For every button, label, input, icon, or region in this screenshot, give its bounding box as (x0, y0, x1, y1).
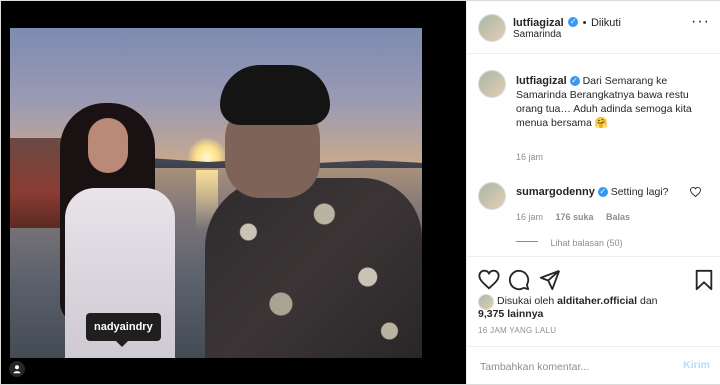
caption-author[interactable]: lutfiagizal (516, 75, 567, 87)
caption: lutfiagizal ✓ Dari Semarang ke Samarinda… (516, 74, 711, 130)
verified-icon: ✓ (568, 16, 579, 27)
comment-icon[interactable] (508, 269, 530, 291)
caption-time: 16 jam (516, 152, 544, 162)
verified-icon: ✓ (597, 187, 608, 198)
location-link[interactable]: Samarinda (513, 29, 561, 40)
more-icon[interactable]: ··· (691, 14, 710, 30)
comments-list: lutfiagizal ✓ Dari Semarang ke Samarinda… (467, 54, 720, 256)
follow-separator: • (582, 17, 587, 29)
avatar[interactable] (478, 14, 506, 42)
send-button[interactable]: Kirim (683, 359, 710, 371)
photo-user-tag[interactable]: nadyaindry (86, 313, 161, 347)
likes-prefix: Disukai oleh (497, 295, 555, 307)
comment-text: Setting lagi? (610, 186, 669, 198)
author-username[interactable]: lutfiagizal (513, 17, 564, 29)
comment: sumargodenny ✓ Setting lagi? (516, 186, 669, 198)
post-timestamp[interactable]: 16 JAM YANG LALU (478, 326, 556, 335)
comment-time: 16 jam (516, 212, 544, 222)
reply-button[interactable]: Balas (606, 212, 630, 222)
view-replies[interactable]: Lihat balasan (50) (516, 233, 623, 251)
photo-person-right-hair (220, 65, 330, 125)
post-header: lutfiagizal ✓ • Diikuti Samarinda ··· (467, 1, 720, 54)
post-side-panel: lutfiagizal ✓ • Diikuti Samarinda ··· lu… (466, 1, 720, 384)
comment-input[interactable] (478, 358, 662, 376)
user-tag-icon[interactable] (9, 361, 25, 377)
comment-likes[interactable]: 176 suka (555, 212, 593, 222)
likes-count[interactable]: 9,375 lainnya (478, 308, 543, 320)
heart-icon[interactable] (478, 269, 500, 291)
view-replies-label: Lihat balasan (50) (550, 238, 623, 248)
post-dialog: nadyaindry lutfiagizal ✓ • Diikuti Samar… (0, 0, 720, 385)
likes-text: Disukai oleh alditaher.official dan (497, 295, 712, 308)
photo-person-right-shirt (205, 178, 422, 358)
photo-user-tag-label: nadyaindry (94, 321, 153, 333)
likes-user[interactable]: alditaher.official (557, 295, 637, 307)
comment-author[interactable]: sumargodenny (516, 186, 595, 198)
comment-like-icon[interactable] (690, 187, 701, 197)
comment-meta: 16 jam 176 suka Balas (516, 207, 630, 225)
follow-button[interactable]: Diikuti (591, 17, 621, 29)
likes-summary: Disukai oleh alditaher.official dan 9,37… (467, 291, 720, 331)
media-panel: nadyaindry (1, 1, 466, 384)
post-photo[interactable] (10, 28, 422, 358)
person-glyph (13, 365, 21, 374)
photo-person-left-face (88, 118, 128, 173)
comment-composer: Kirim (467, 346, 720, 385)
replies-divider (516, 241, 538, 243)
bookmark-icon[interactable] (693, 269, 715, 291)
likes-suffix: dan (640, 295, 658, 307)
verified-icon: ✓ (569, 76, 580, 87)
share-icon[interactable] (539, 269, 561, 291)
avatar[interactable] (478, 70, 506, 98)
avatar[interactable] (478, 182, 506, 210)
